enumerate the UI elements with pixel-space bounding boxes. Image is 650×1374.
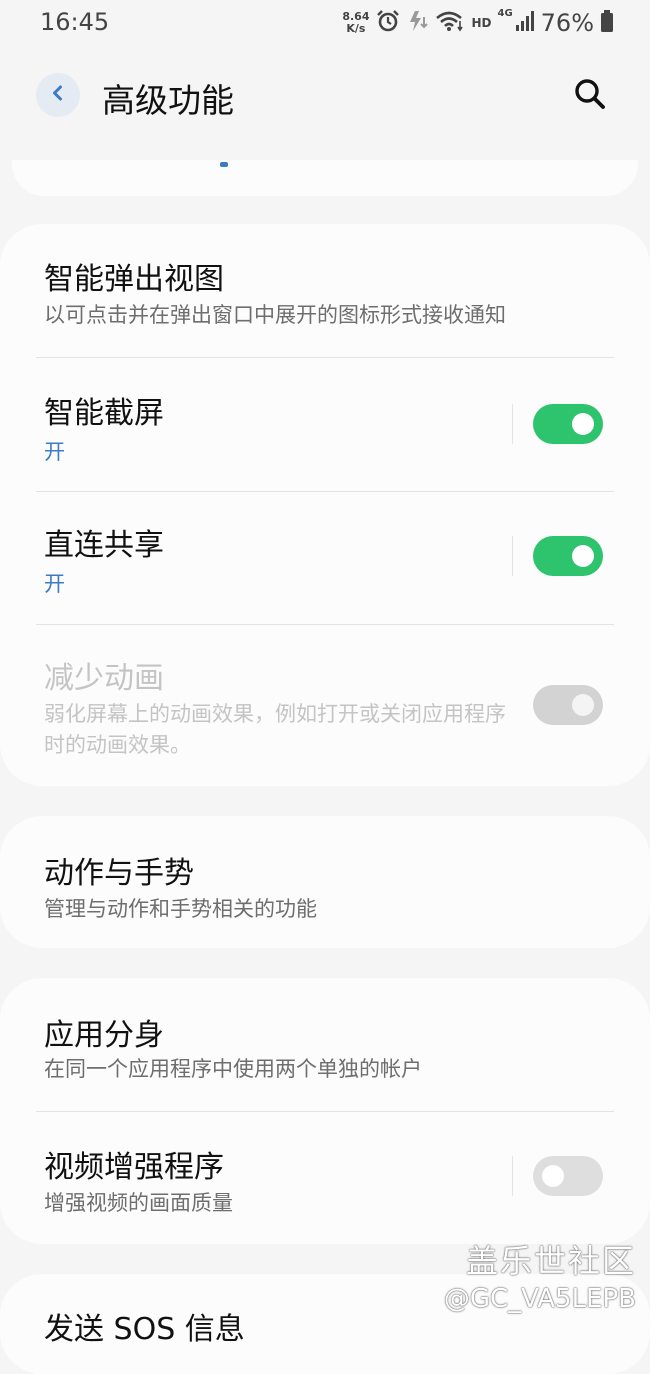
item-subtitle: 弱化屏幕上的动画效果，例如打开或关闭应用程序时的动画效果。 (44, 702, 506, 757)
list-item-reduce-animations[interactable]: 减少动画 弱化屏幕上的动画效果，例如打开或关闭应用程序时的动画效果。 (0, 625, 650, 786)
list-item-direct-share[interactable]: 直连共享 开 (0, 492, 650, 624)
item-title: 直连共享 (44, 528, 164, 563)
status-time: 16:45 (40, 8, 110, 36)
battery-percent: 76% (540, 9, 594, 37)
toggle-knob (572, 694, 594, 716)
wifi-icon (435, 9, 465, 37)
list-item-video-enhancer[interactable]: 视频增强程序 增强视频的画面质量 (0, 1112, 650, 1244)
chevron-left-icon (48, 83, 68, 107)
toggle-knob (572, 545, 594, 567)
status-bar: 16:45 8.64 K/s HD 4G 76% (0, 0, 650, 46)
smart-capture-toggle[interactable] (533, 404, 603, 444)
status-icons: 8.64 K/s HD 4G 76% (342, 6, 614, 40)
vertical-separator (512, 404, 513, 444)
vertical-separator (512, 1156, 513, 1196)
signal-icon (515, 10, 535, 36)
item-subtitle: 管理与动作和手势相关的功能 (44, 897, 317, 921)
reduce-animations-toggle[interactable] (533, 685, 603, 725)
item-title: 减少动画 (44, 661, 164, 696)
toggle-knob (572, 413, 594, 435)
list-item-dual-messenger[interactable]: 应用分身 在同一个应用程序中使用两个单独的帐户 (0, 978, 650, 1111)
settings-card-2: 动作与手势 管理与动作和手势相关的功能 (0, 816, 650, 948)
previous-item-fragment (220, 162, 228, 167)
item-title: 应用分身 (44, 1018, 164, 1053)
watermark-user: @GC_VA5LEPB (443, 1284, 636, 1314)
item-subtitle: 增强视频的画面质量 (44, 1191, 233, 1215)
list-item-motions-gestures[interactable]: 动作与手势 管理与动作和手势相关的功能 (0, 816, 650, 948)
item-subtitle: 以可点击并在弹出窗口中展开的图标形式接收通知 (44, 303, 506, 327)
net-speed-unit: K/s (346, 22, 366, 35)
search-button[interactable] (568, 74, 612, 118)
back-button[interactable] (36, 73, 80, 117)
data-saver-icon (407, 9, 429, 37)
network-type: 4G (497, 8, 513, 19)
item-title: 智能截屏 (44, 396, 164, 431)
search-icon (573, 77, 607, 115)
app-header: 高级功能 (0, 60, 650, 132)
list-item-smart-capture[interactable]: 智能截屏 开 (0, 358, 650, 491)
list-item-smart-popup-view[interactable]: 智能弹出视图 以可点击并在弹出窗口中展开的图标形式接收通知 (0, 224, 650, 357)
vertical-separator (512, 536, 513, 576)
previous-card-fragment (12, 160, 638, 196)
item-title: 视频增强程序 (44, 1150, 224, 1185)
alarm-icon (375, 8, 401, 38)
item-subtitle: 在同一个应用程序中使用两个单独的帐户 (44, 1057, 422, 1081)
item-title: 智能弹出视图 (44, 262, 224, 297)
item-title: 动作与手势 (44, 856, 194, 891)
settings-card-1: 智能弹出视图 以可点击并在弹出窗口中展开的图标形式接收通知 智能截屏 开 直连共… (0, 224, 650, 786)
page-title: 高级功能 (102, 81, 234, 120)
battery-icon (600, 9, 614, 37)
toggle-knob (542, 1165, 564, 1187)
item-status: 开 (44, 572, 65, 596)
settings-card-3: 应用分身 在同一个应用程序中使用两个单独的帐户 视频增强程序 增强视频的画面质量 (0, 978, 650, 1244)
video-enhancer-toggle[interactable] (533, 1156, 603, 1196)
direct-share-toggle[interactable] (533, 536, 603, 576)
item-status: 开 (44, 440, 65, 464)
hd-label: HD (471, 16, 492, 30)
item-title: 发送 SOS 信息 (44, 1312, 245, 1347)
net-speed: 8.64 K/s (342, 11, 369, 35)
watermark-brand: 盖乐世社区 (465, 1242, 636, 1280)
